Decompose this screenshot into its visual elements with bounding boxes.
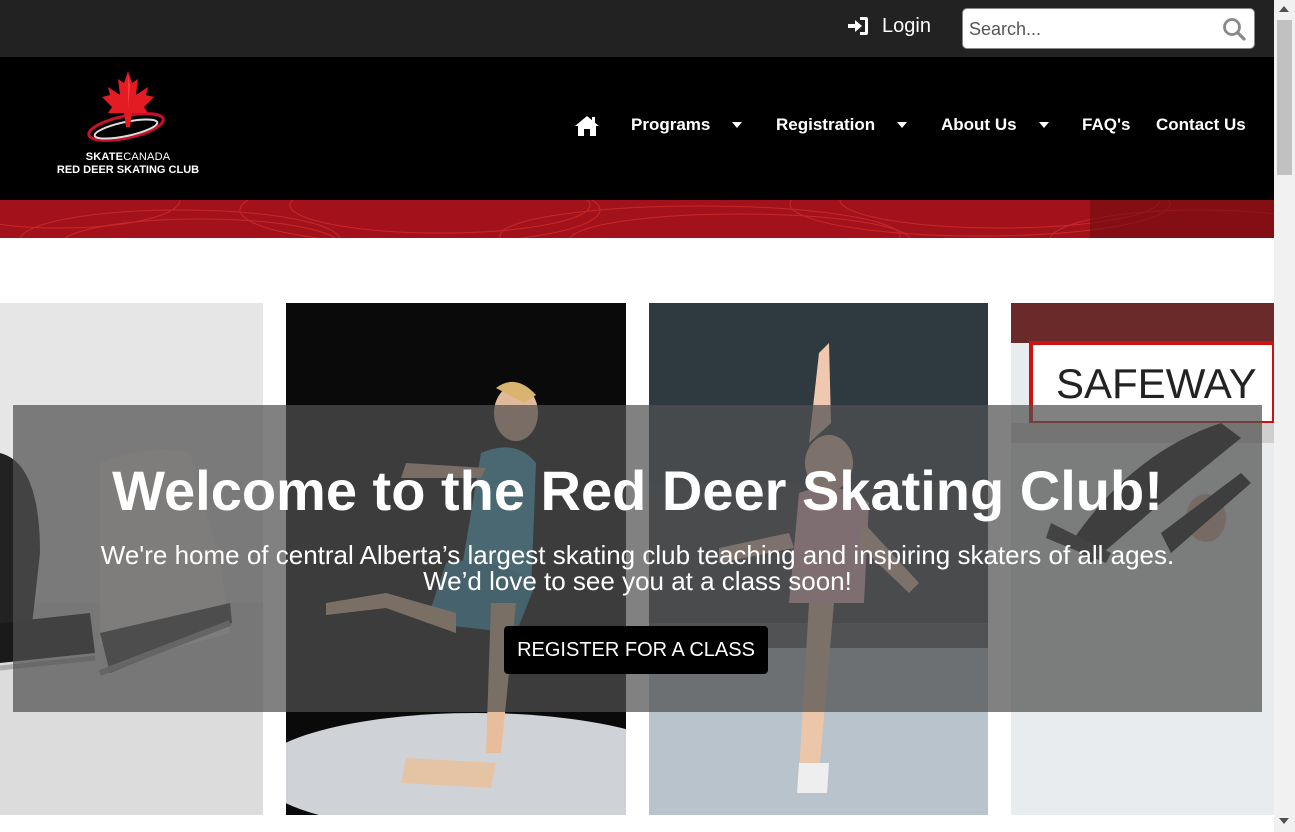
nav-item-about-us[interactable]: About Us xyxy=(941,115,1049,135)
scroll-thumb[interactable] xyxy=(1277,20,1292,175)
decorative-red-banner xyxy=(0,200,1274,238)
chevron-down-icon xyxy=(1038,122,1049,128)
nav-item-contact-us[interactable]: Contact Us xyxy=(1156,115,1246,135)
nav-item-programs[interactable]: Programs xyxy=(631,115,743,135)
top-utility-bar: Login xyxy=(0,0,1274,57)
home-icon[interactable] xyxy=(574,114,600,138)
login-label: Login xyxy=(882,14,931,37)
register-for-a-class-button[interactable]: REGISTER FOR A CLASS xyxy=(504,626,768,674)
scroll-up-arrow-icon[interactable] xyxy=(1279,6,1289,12)
sign-in-icon xyxy=(848,17,868,35)
safeway-sign: SAFEWAY xyxy=(1056,360,1257,407)
logo-skate-canada: SKATECANADA xyxy=(85,151,171,163)
login-link[interactable]: Login xyxy=(846,14,931,38)
hero-overlay: Welcome to the Red Deer Skating Club! We… xyxy=(13,405,1262,712)
main-navigation: SKATECANADA RED DEER SKATING CLUB Progra… xyxy=(0,57,1274,200)
chevron-down-icon xyxy=(732,122,743,128)
chevron-down-icon xyxy=(897,122,908,128)
search-box xyxy=(962,8,1255,49)
search-input[interactable] xyxy=(969,11,1219,47)
vertical-scrollbar[interactable] xyxy=(1274,0,1295,832)
logo-club-name: RED DEER SKATING CLUB xyxy=(56,164,200,176)
scroll-down-arrow-icon[interactable] xyxy=(1279,818,1289,824)
page: Login SKATECANADA RED DEER SKATING CLUB xyxy=(0,0,1295,832)
nav-menu: Programs Registration About Us FAQ's Con… xyxy=(0,115,1274,141)
nav-item-registration[interactable]: Registration xyxy=(776,115,908,135)
hero-subtitle: We're home of central Alberta’s largest … xyxy=(100,540,1175,596)
search-icon[interactable] xyxy=(1222,17,1246,41)
hero-title: Welcome to the Red Deer Skating Club! xyxy=(112,459,1163,522)
nav-item-faqs[interactable]: FAQ's xyxy=(1082,115,1130,135)
